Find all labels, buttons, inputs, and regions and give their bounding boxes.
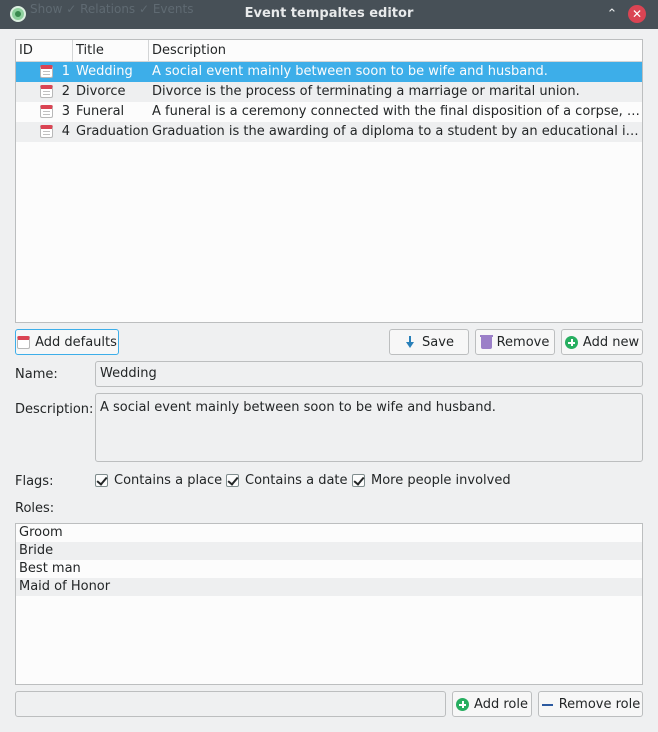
event-templates-editor-window: Show ✓ Relations ✓ Events Event tempalte…	[0, 0, 658, 732]
row-description: A social event mainly between soon to be…	[152, 64, 548, 79]
row-id: 4	[61, 124, 70, 139]
remove-role-button[interactable]: Remove role	[538, 691, 643, 717]
name-field[interactable]: Wedding	[95, 361, 643, 387]
roles-list[interactable]: Groom Bride Best man Maid of Honor	[15, 523, 643, 685]
remove-button[interactable]: Remove	[475, 329, 555, 355]
add-role-button[interactable]: Add role	[452, 691, 532, 717]
title-bar[interactable]: Show ✓ Relations ✓ Events Event tempalte…	[0, 0, 658, 29]
contains-date-checkbox[interactable]: Contains a date	[226, 473, 348, 488]
row-id: 1	[61, 64, 70, 79]
row-title: Graduation	[76, 124, 149, 139]
add-icon	[456, 697, 470, 711]
description-label: Description:	[15, 402, 94, 417]
add-new-button[interactable]: Add new	[561, 329, 643, 355]
name-label: Name:	[15, 367, 58, 382]
row-description: A funeral is a ceremony connected with t…	[152, 104, 642, 119]
row-description: Graduation is the awarding of a diploma …	[152, 124, 642, 139]
row-description: Divorce is the process of terminating a …	[152, 84, 580, 99]
table-row[interactable]: 3 Funeral A funeral is a ceremony connec…	[16, 102, 642, 122]
checkbox-checked-icon	[226, 474, 239, 487]
contains-place-checkbox[interactable]: Contains a place	[95, 473, 222, 488]
column-header-description[interactable]: Description	[149, 40, 642, 61]
column-header-id[interactable]: ID	[16, 40, 73, 61]
list-item[interactable]: Groom	[16, 524, 642, 542]
minus-icon	[541, 698, 554, 711]
checkbox-checked-icon	[95, 474, 108, 487]
list-item[interactable]: Best man	[16, 560, 642, 578]
description-field[interactable]: A social event mainly between soon to be…	[95, 393, 643, 462]
row-title: Funeral	[76, 104, 125, 119]
minimize-icon[interactable]: ⌃	[603, 6, 621, 24]
more-people-checkbox[interactable]: More people involved	[352, 473, 511, 488]
window-title: Event tempaltes editor	[244, 6, 414, 21]
row-id: 2	[61, 84, 70, 99]
list-item[interactable]: Maid of Honor	[16, 578, 642, 596]
trash-icon	[479, 334, 493, 349]
save-arrow-icon	[404, 335, 417, 349]
row-id: 3	[61, 104, 70, 119]
flags-label: Flags:	[15, 474, 54, 489]
calendar-icon	[40, 105, 53, 118]
list-item[interactable]: Bride	[16, 542, 642, 560]
table-row[interactable]: 1 Wedding A social event mainly between …	[16, 62, 642, 82]
table-row[interactable]: 4 Graduation Graduation is the awarding …	[16, 122, 642, 142]
calendar-icon	[17, 335, 31, 349]
close-icon[interactable]: ✕	[628, 5, 646, 23]
calendar-icon	[40, 65, 53, 78]
save-button[interactable]: Save	[389, 329, 469, 355]
row-title: Wedding	[76, 64, 133, 79]
add-icon	[564, 335, 578, 349]
role-name-input[interactable]	[15, 691, 446, 717]
checkbox-checked-icon	[352, 474, 365, 487]
row-title: Divorce	[76, 84, 126, 99]
add-defaults-button[interactable]: Add defaults	[15, 329, 119, 355]
table-row[interactable]: 2 Divorce Divorce is the process of term…	[16, 82, 642, 102]
table-header: ID Title Description	[16, 40, 642, 62]
templates-table[interactable]: ID Title Description 1 Wedding A social …	[15, 39, 643, 323]
column-header-title[interactable]: Title	[73, 40, 149, 61]
roles-label: Roles:	[15, 501, 55, 516]
calendar-icon	[40, 85, 53, 98]
calendar-icon	[40, 125, 53, 138]
